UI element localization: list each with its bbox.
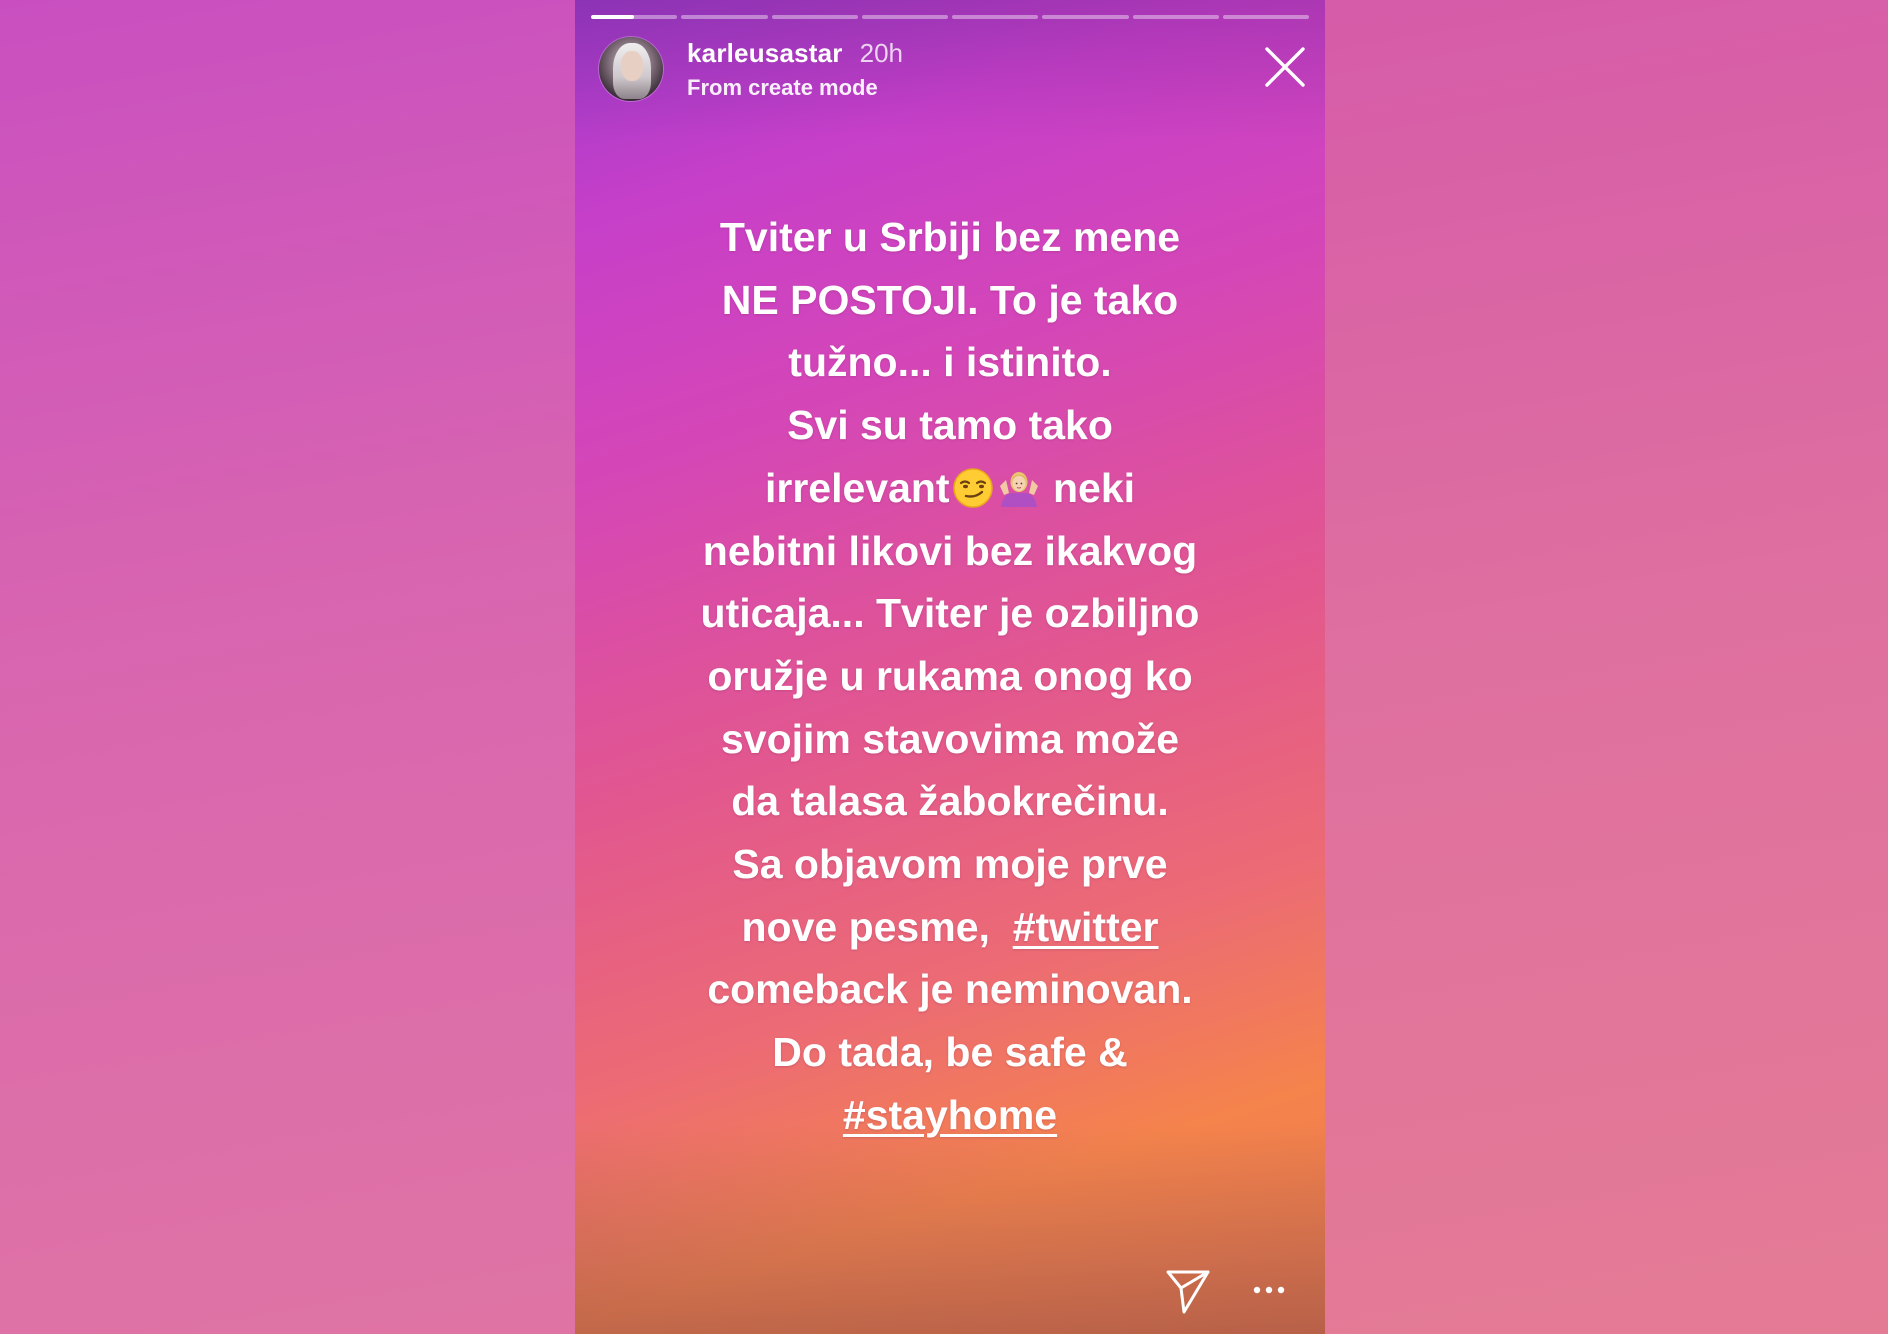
story-line-text: neki <box>1052 464 1136 511</box>
progress-segment <box>1222 15 1309 19</box>
more-options-icon <box>1253 1286 1285 1294</box>
close-button[interactable] <box>1263 45 1307 89</box>
share-button[interactable] <box>1165 1268 1211 1314</box>
story-line: nebitni likovi bez ikakvog <box>702 527 1198 574</box>
story-line: Svi su tamo tako <box>787 402 1113 449</box>
story-line: oružje u rukama onog ko <box>707 652 1193 699</box>
close-icon <box>1265 47 1305 87</box>
story-line-hashtag: #stayhome <box>575 1084 1325 1147</box>
progress-segment <box>681 15 768 19</box>
story-line: uticaja... Tviter je ozbiljno <box>700 590 1200 637</box>
story-line: comeback je neminovan. <box>707 966 1193 1013</box>
hashtag-stayhome-link[interactable]: #stayhome <box>843 1092 1057 1138</box>
story-line: tužno... i istinito. <box>788 339 1112 386</box>
hashtag-twitter-link[interactable]: #twitter <box>1013 904 1159 950</box>
progress-segment <box>1042 15 1129 19</box>
story-line: da talasa žabokrečinu. <box>731 778 1169 825</box>
story-header: karleusastar 20h From create mode <box>599 36 903 102</box>
story-progress-bar <box>591 15 1309 19</box>
story-subtitle: From create mode <box>687 74 878 100</box>
story-line: svojim stavovima može <box>720 715 1180 762</box>
bottom-shade <box>575 1124 1325 1334</box>
story-text: Tviter u Srbiji bez mene NE POSTOJI. To … <box>575 206 1325 1147</box>
background-right <box>1325 0 1888 1334</box>
story-line-emoji: irrelevant neki <box>575 457 1325 520</box>
progress-segment <box>1132 15 1219 19</box>
story-line: Tviter u Srbiji bez mene <box>719 214 1181 260</box>
person-shrugging-emoji <box>999 471 1038 507</box>
more-options-button[interactable] <box>1251 1278 1287 1302</box>
story-line-hashtag: nove pesme, #twitter <box>575 896 1325 959</box>
send-icon <box>1166 1270 1210 1314</box>
story-meta: karleusastar 20h From create mode <box>687 38 903 101</box>
background-left <box>0 0 575 1334</box>
profile-avatar[interactable] <box>599 37 663 101</box>
meta-row: karleusastar 20h <box>687 38 903 69</box>
story-line: Sa objavom moje prve <box>732 841 1168 888</box>
post-time: 20h <box>859 37 904 68</box>
progress-segment <box>591 15 678 19</box>
story-line-text: nove pesme, <box>741 903 990 950</box>
story-line: Do tada, be safe & <box>772 1029 1128 1076</box>
story-viewer[interactable]: karleusastar 20h From create mode Tviter… <box>575 0 1325 1334</box>
avatar-face <box>621 51 643 81</box>
progress-segment <box>952 15 1039 19</box>
story-line: NE POSTOJI. To je tako <box>721 276 1179 323</box>
username[interactable]: karleusastar <box>687 38 843 69</box>
progress-segment <box>771 15 858 19</box>
story-line-text: irrelevant <box>764 464 950 511</box>
progress-segment <box>861 15 948 19</box>
smirking-face-emoji <box>952 468 993 508</box>
progress-segment-fill <box>591 15 635 19</box>
